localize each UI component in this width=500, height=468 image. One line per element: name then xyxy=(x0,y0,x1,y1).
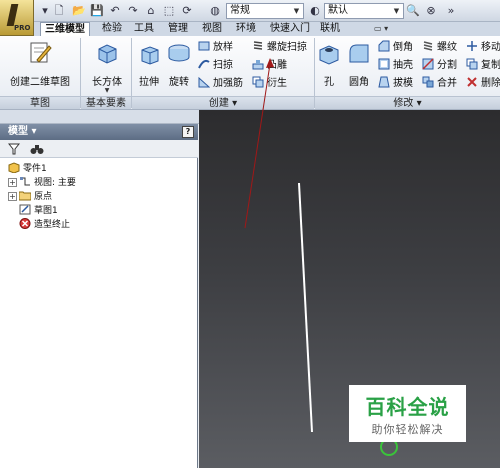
pro-badge: PRO xyxy=(14,24,31,32)
inventor-logo-icon xyxy=(6,4,19,26)
watermark: 百科全说 助你轻松解决 xyxy=(349,385,466,442)
watermark-subtitle: 助你轻松解决 xyxy=(371,423,444,436)
application-menu-button[interactable]: PRO xyxy=(0,0,34,36)
watermark-title: 百科全说 xyxy=(365,395,450,419)
sketch-line[interactable] xyxy=(298,182,313,433)
annotation-arrow-line xyxy=(244,63,271,229)
annotation-arrowhead xyxy=(266,58,274,68)
